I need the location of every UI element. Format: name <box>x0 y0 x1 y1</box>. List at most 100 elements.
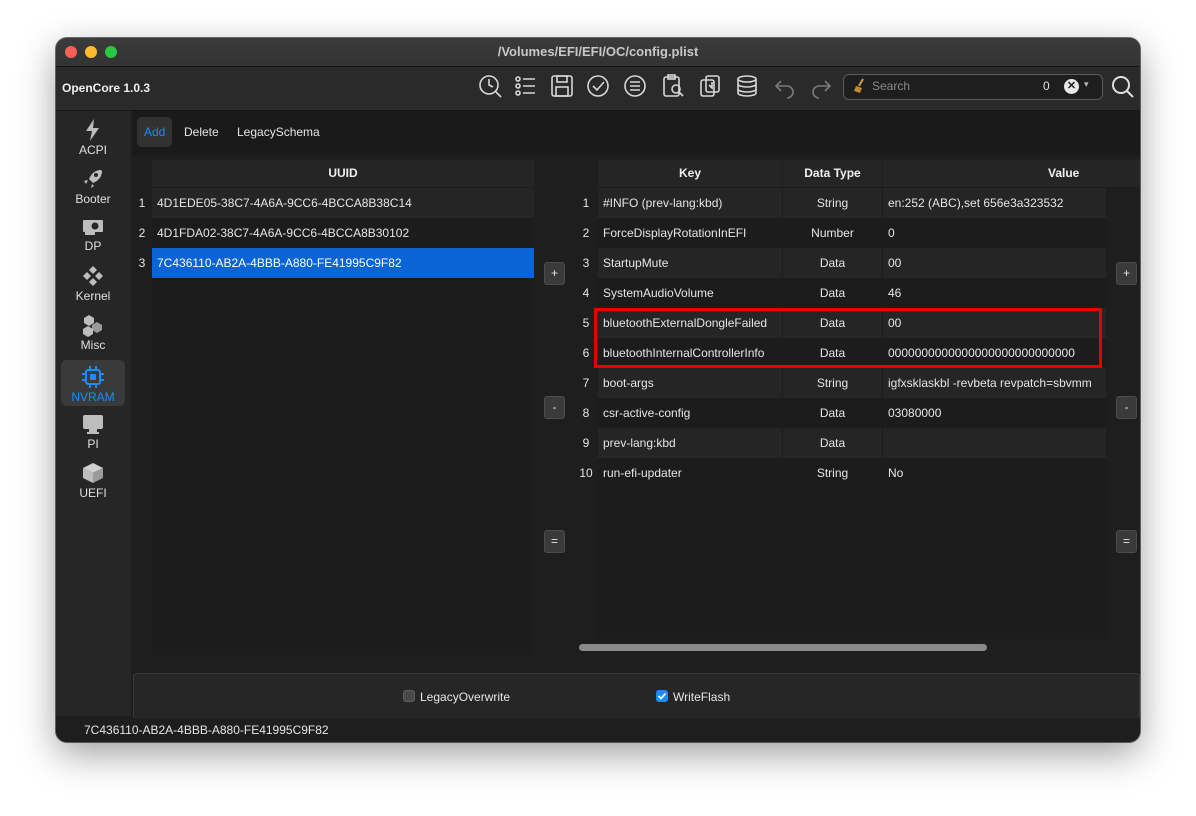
data-type-cell: Number <box>783 218 882 248</box>
value-cell: 0 <box>883 218 1106 248</box>
data-type-cell: String <box>783 458 882 488</box>
data-type-cell: Data <box>783 428 882 458</box>
uuid-row[interactable]: 2 4D1FDA02-38C7-4A6A-9CC6-4BCCA8B30102 <box>133 218 534 248</box>
key-cell: boot-args <box>598 368 782 398</box>
search-icon[interactable] <box>1110 74 1136 100</box>
scrollbar-thumb[interactable] <box>579 644 987 651</box>
key-cell: csr-active-config <box>598 398 782 428</box>
sidebar: ACPI Booter DP Kernel Misc NVRAM PI UEFI <box>56 111 131 716</box>
checkmark-circle-icon[interactable] <box>585 73 611 99</box>
key-row[interactable]: 2 ForceDisplayRotationInEFI Number 0 <box>575 218 1106 248</box>
search-options-chevron-icon[interactable]: ▾ <box>1084 79 1089 90</box>
sidebar-item-label: UEFI <box>79 486 107 500</box>
value-cell: No <box>883 458 1106 488</box>
row-number: 3 <box>138 256 146 270</box>
status-text: 7C436110-AB2A-4BBB-A880-FE41995C9F82 <box>84 723 329 737</box>
sidebar-item-nvram[interactable]: NVRAM <box>61 360 125 406</box>
clock-search-icon[interactable] <box>477 73 503 99</box>
sidebar-item-label: Booter <box>75 192 111 206</box>
checkbox-unchecked-icon <box>403 690 415 702</box>
row-number: 7 <box>582 376 590 390</box>
sidebar-item-uefi[interactable]: UEFI <box>61 456 125 502</box>
row-number: 1 <box>138 196 146 210</box>
subtab-bar: Add Delete LegacySchema <box>133 111 1140 155</box>
toolbar: OpenCore 1.0.3 Search 0 ✕ ▾ <box>56 67 1140 111</box>
uuid-row[interactable]: 1 4D1EDE05-38C7-4A6A-9CC6-4BCCA8B38C14 <box>133 188 534 218</box>
highlight-box <box>594 308 1102 368</box>
sidebar-item-pi[interactable]: PI <box>61 407 125 453</box>
sidebar-item-label: PI <box>87 437 99 451</box>
undo-icon[interactable] <box>772 73 798 99</box>
data-type-cell: String <box>783 368 882 398</box>
data-type-column-header[interactable]: Data Type <box>783 160 882 187</box>
database-icon[interactable] <box>734 73 760 99</box>
add-uuid-button[interactable]: + <box>544 262 565 285</box>
row-number: 3 <box>582 256 590 270</box>
sidebar-item-label: Kernel <box>75 289 111 303</box>
row-number: 8 <box>582 406 590 420</box>
row-number: 2 <box>582 226 590 240</box>
key-column-header[interactable]: Key <box>598 160 782 187</box>
search-result-count: 0 <box>1043 79 1050 93</box>
horizontal-scrollbar[interactable] <box>576 640 1106 654</box>
key-row[interactable]: 7 boot-args String igfxsklaskbl -revbeta re… <box>575 368 1106 398</box>
value-cell: 03080000 <box>883 398 1106 428</box>
sidebar-item-label: Misc <box>80 338 106 352</box>
sidebar-item-label: NVRAM <box>71 390 115 404</box>
key-row[interactable]: 8 csr-active-config Data 03080000 <box>575 398 1106 428</box>
remove-key-button[interactable]: - <box>1116 396 1137 419</box>
delete-tab[interactable]: Delete <box>177 117 226 147</box>
list-icon[interactable] <box>513 73 539 99</box>
key-row[interactable]: 10 run-efi-updater String No <box>575 458 1106 488</box>
broom-icon <box>853 78 867 97</box>
box-icon <box>83 463 103 483</box>
rocket-icon <box>84 170 102 188</box>
key-row[interactable]: 9 prev-lang:kbd Data <box>575 428 1106 458</box>
data-type-cell: Data <box>783 248 882 278</box>
sidebar-item-kernel[interactable]: Kernel <box>61 259 125 305</box>
key-cell: prev-lang:kbd <box>598 428 782 458</box>
write-flash-label: WriteFlash <box>673 690 731 704</box>
app-name: OpenCore 1.0.3 <box>62 81 151 95</box>
save-icon[interactable] <box>549 73 575 99</box>
add-key-button[interactable]: + <box>1116 262 1137 285</box>
checkbox-checked-icon <box>656 690 668 702</box>
uuid-row-selected[interactable]: 3 7C436110-AB2A-4BBB-A880-FE41995C9F82 <box>133 248 534 278</box>
data-type-cell: Data <box>783 398 882 428</box>
clear-search-icon[interactable]: ✕ <box>1064 79 1079 94</box>
remove-uuid-button[interactable]: - <box>544 396 565 419</box>
key-row[interactable]: 3 StartupMute Data 00 <box>575 248 1106 278</box>
value-column-header[interactable]: Value <box>883 160 1140 187</box>
status-bar: 7C436110-AB2A-4BBB-A880-FE41995C9F82 <box>56 718 1140 742</box>
gpu-card-icon <box>83 220 103 235</box>
value-cell: 46 <box>883 278 1106 308</box>
key-row[interactable]: 4 SystemAudioVolume Data 46 <box>575 278 1106 308</box>
sidebar-item-acpi[interactable]: ACPI <box>61 113 125 159</box>
paste-icon[interactable] <box>697 73 723 99</box>
row-number: 4 <box>582 286 590 300</box>
key-cell: StartupMute <box>598 248 782 278</box>
add-tab[interactable]: Add <box>137 117 173 147</box>
redo-icon[interactable] <box>808 73 834 99</box>
sidebar-item-label: DP <box>84 239 102 253</box>
search-field[interactable]: 0 ✕ ▾ <box>843 74 1103 100</box>
app-window: /Volumes/EFI/EFI/OC/config.plist OpenCor… <box>56 38 1140 742</box>
legacy-schema-tab[interactable]: LegacySchema <box>230 117 327 147</box>
row-number: 9 <box>582 436 590 450</box>
sidebar-item-booter[interactable]: Booter <box>61 162 125 208</box>
uuid-column-header[interactable]: UUID <box>152 160 534 187</box>
sidebar-item-dp[interactable]: DP <box>61 209 125 255</box>
window-title: /Volumes/EFI/EFI/OC/config.plist <box>497 44 699 59</box>
list-circle-icon[interactable] <box>622 73 648 99</box>
row-number: 10 <box>579 466 593 480</box>
key-cell: run-efi-updater <box>598 458 782 488</box>
value-cell <box>883 428 1106 458</box>
key-row[interactable]: 1 #INFO (prev-lang:kbd) String en:252 (ABC)… <box>575 188 1106 218</box>
clipboard-search-icon[interactable] <box>660 73 686 99</box>
copy-key-button[interactable]: = <box>1116 530 1137 553</box>
copy-uuid-button[interactable]: = <box>544 530 565 553</box>
search-input[interactable] <box>872 78 1032 94</box>
sidebar-item-label: ACPI <box>78 143 107 157</box>
sidebar-item-misc[interactable]: Misc <box>61 308 125 354</box>
row-number: 2 <box>138 226 146 240</box>
